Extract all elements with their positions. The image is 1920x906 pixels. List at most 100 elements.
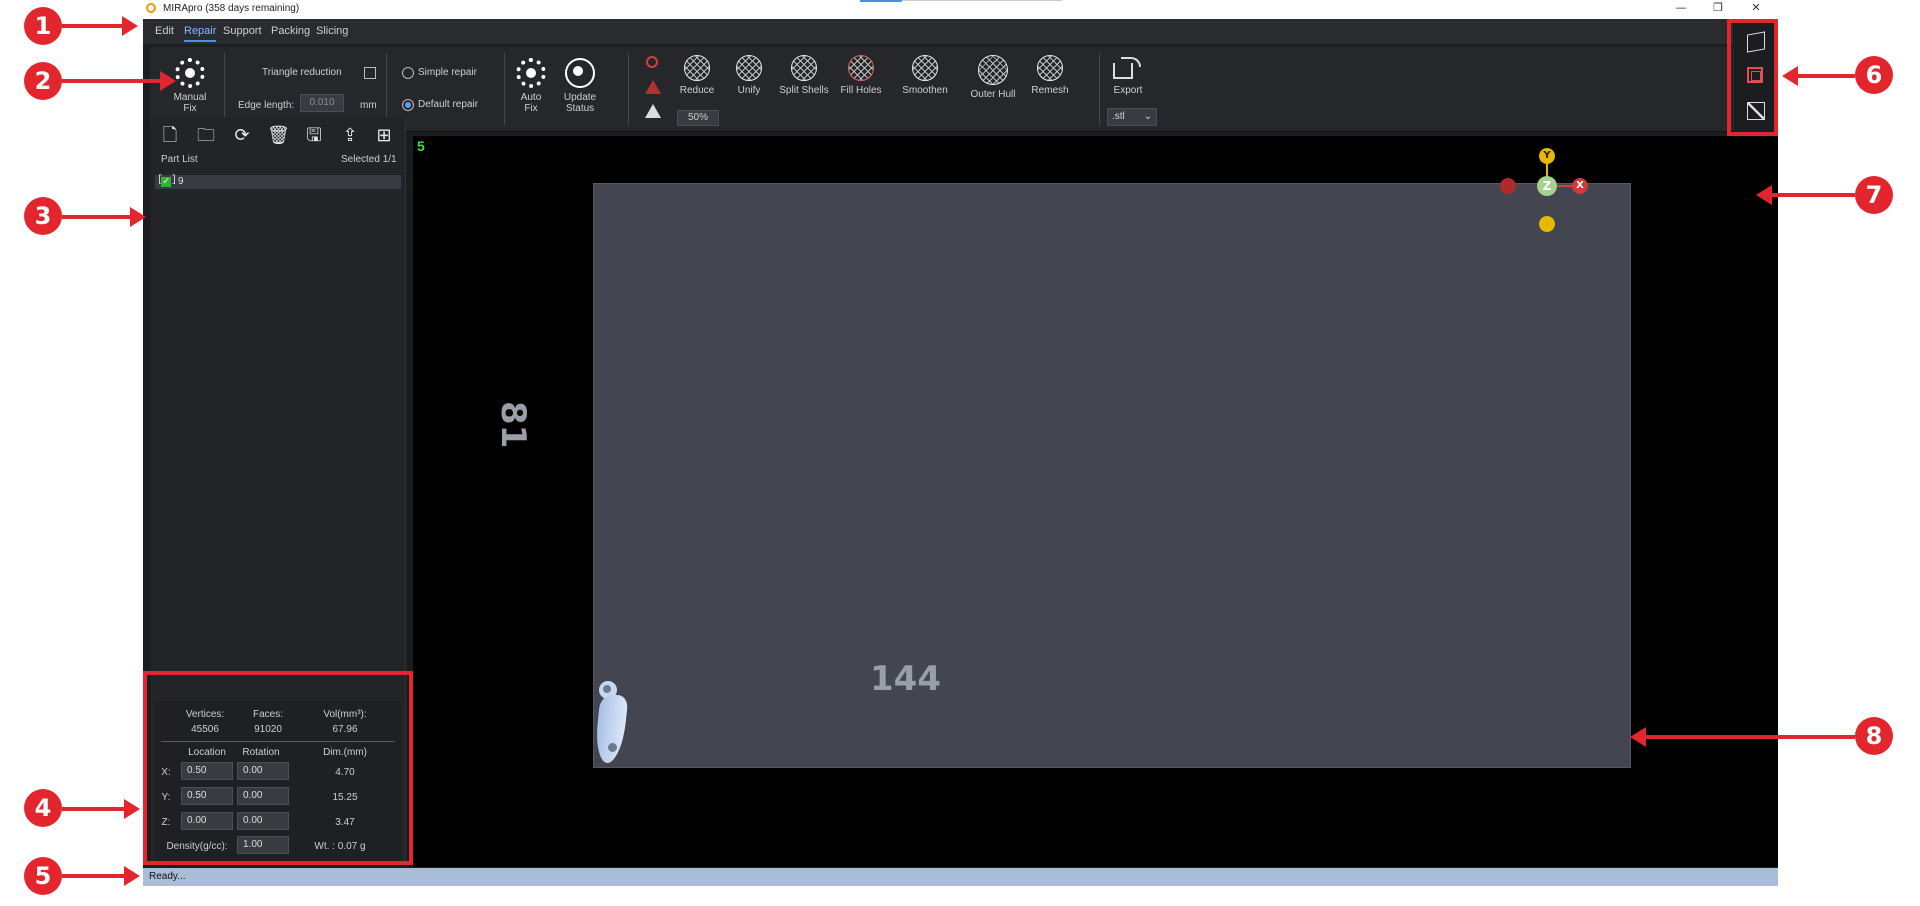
close-button[interactable]: ✕ — [1746, 1, 1766, 14]
menu-repair[interactable]: Repair — [184, 25, 217, 42]
chevron-down-icon: ⌄ — [1143, 111, 1152, 122]
refresh-icon[interactable]: ⟳ — [231, 125, 253, 147]
build-plate — [593, 183, 1631, 768]
menu-edit[interactable]: Edit — [155, 25, 174, 37]
selected-count: Selected 1/1 — [341, 154, 397, 165]
status-bar: Ready... — [143, 868, 1778, 886]
unify-label: Unify — [737, 85, 761, 96]
outer-hull-button[interactable]: Outer Hull — [964, 55, 1022, 100]
export-format-select[interactable]: .stl ⌄ — [1107, 108, 1157, 126]
arrow-2 — [62, 71, 176, 91]
axis-z-icon[interactable]: Z — [1537, 176, 1557, 196]
ribbon-separator — [628, 53, 629, 125]
callout-5: 5 — [24, 857, 62, 895]
open-folder-icon[interactable]: 🗀 — [195, 125, 217, 147]
save-icon[interactable]: 🖫 — [303, 125, 325, 147]
menu-support[interactable]: Support — [223, 25, 262, 37]
reduce-percent-input[interactable]: 50% — [677, 110, 719, 126]
axis-neg-y-icon[interactable] — [1539, 216, 1555, 232]
callout-4: 4 — [24, 789, 62, 827]
arrow-3 — [62, 207, 146, 227]
auto-fix-label: Auto Fix — [520, 92, 542, 114]
update-status-button[interactable]: Update Status — [557, 58, 603, 114]
triangle-reduction-label: Triangle reduction — [262, 67, 342, 78]
arrow-8 — [1630, 727, 1855, 747]
fill-holes-button[interactable]: Fill Holes — [836, 55, 886, 96]
arrow-6 — [1782, 66, 1855, 86]
simple-repair-label: Simple repair — [418, 67, 477, 78]
mesh-error-icon[interactable] — [646, 56, 658, 68]
grid-view-icon[interactable]: ⊞ — [373, 125, 395, 147]
smoothen-button[interactable]: Smoothen — [897, 55, 953, 96]
axis-gizmo[interactable]: Y Z X — [1500, 148, 1588, 232]
ribbon-separator — [1099, 53, 1100, 125]
part-list-label: Part List — [161, 154, 198, 165]
auto-fix-button[interactable]: Auto Fix — [511, 58, 551, 114]
reduce-button[interactable]: Reduce — [676, 55, 718, 96]
arrow-7 — [1756, 185, 1855, 205]
simple-repair-radio[interactable] — [402, 67, 414, 79]
edge-length-input[interactable]: 0.010 — [300, 94, 344, 112]
callout-1: 1 — [24, 7, 62, 45]
plate-height-label: 81 — [493, 401, 533, 449]
remesh-icon — [1037, 55, 1063, 81]
smoothen-icon — [912, 55, 938, 81]
delete-icon[interactable]: 🗑 — [267, 125, 290, 147]
callout-7: 7 — [1855, 176, 1893, 214]
remesh-label: Remesh — [1031, 85, 1069, 96]
unify-button[interactable]: Unify — [728, 55, 770, 96]
fill-holes-label: Fill Holes — [840, 85, 882, 96]
remesh-button[interactable]: Remesh — [1026, 55, 1074, 96]
export-format-value: .stl — [1112, 111, 1125, 122]
restore-button[interactable]: ❐ — [1708, 1, 1728, 14]
callout-8: 8 — [1855, 717, 1893, 755]
edge-length-label: Edge length: — [238, 100, 295, 111]
export-share-icon — [1113, 55, 1143, 81]
outer-hull-label: Outer Hull — [970, 89, 1016, 100]
fill-holes-icon — [848, 55, 874, 81]
triangle-reduction-checkbox[interactable] — [364, 67, 376, 79]
add-part-icon[interactable]: 🗋 — [159, 125, 181, 147]
default-repair-radio[interactable] — [402, 99, 414, 111]
smoothen-label: Smoothen — [902, 85, 948, 96]
export-label: Export — [1113, 85, 1143, 96]
gear-wrench-icon — [175, 58, 205, 88]
ribbon-separator — [386, 53, 387, 125]
gear-auto-icon — [516, 58, 546, 88]
arrow-4 — [62, 799, 140, 819]
share-icon[interactable]: ⇪ — [339, 125, 361, 147]
triangle-flip-icon[interactable] — [645, 80, 661, 94]
annotation-box-view — [1727, 19, 1778, 136]
axis-x-icon[interactable]: X — [1572, 178, 1588, 194]
arrow-5 — [62, 866, 140, 886]
edge-length-unit: mm — [360, 100, 377, 111]
axis-neg-x-icon[interactable] — [1500, 178, 1516, 194]
3d-viewport[interactable]: 5 144 81 Y Z X — [413, 136, 1778, 867]
reduce-mesh-icon — [684, 55, 710, 81]
axis-y-icon[interactable]: Y — [1539, 148, 1555, 164]
menu-packing[interactable]: Packing — [271, 25, 310, 37]
callout-2: 2 — [24, 62, 62, 100]
split-shells-button[interactable]: Split Shells — [775, 55, 833, 96]
default-repair-label: Default repair — [418, 99, 479, 110]
part-checkbox[interactable]: ✓ — [161, 177, 171, 187]
outer-hull-icon — [978, 55, 1008, 85]
gear-refresh-icon — [565, 58, 595, 88]
manual-fix-label: Manual Fix — [173, 92, 207, 114]
taskbar-strip — [860, 0, 902, 2]
export-button[interactable]: Export — [1105, 55, 1151, 96]
part-name: 9 — [178, 176, 184, 187]
part-model[interactable] — [593, 681, 629, 766]
update-status-label: Update Status — [563, 92, 597, 114]
ribbon-separator — [224, 53, 225, 125]
menu-slicing[interactable]: Slicing — [316, 25, 348, 37]
minimize-button[interactable]: — — [1671, 1, 1691, 14]
triangle-tool-icon[interactable] — [645, 104, 661, 118]
annotation-box-properties — [143, 671, 413, 865]
callout-6: 6 — [1855, 56, 1893, 94]
split-shells-label: Split Shells — [779, 85, 829, 96]
window-title-bar: MIRApro (358 days remaining) — ❐ ✕ — [141, 0, 1778, 19]
reduce-label: Reduce — [679, 85, 715, 96]
part-list-item[interactable]: [ ✓ ] 9 — [155, 175, 401, 189]
window-title: MIRApro (358 days remaining) — [163, 3, 300, 14]
